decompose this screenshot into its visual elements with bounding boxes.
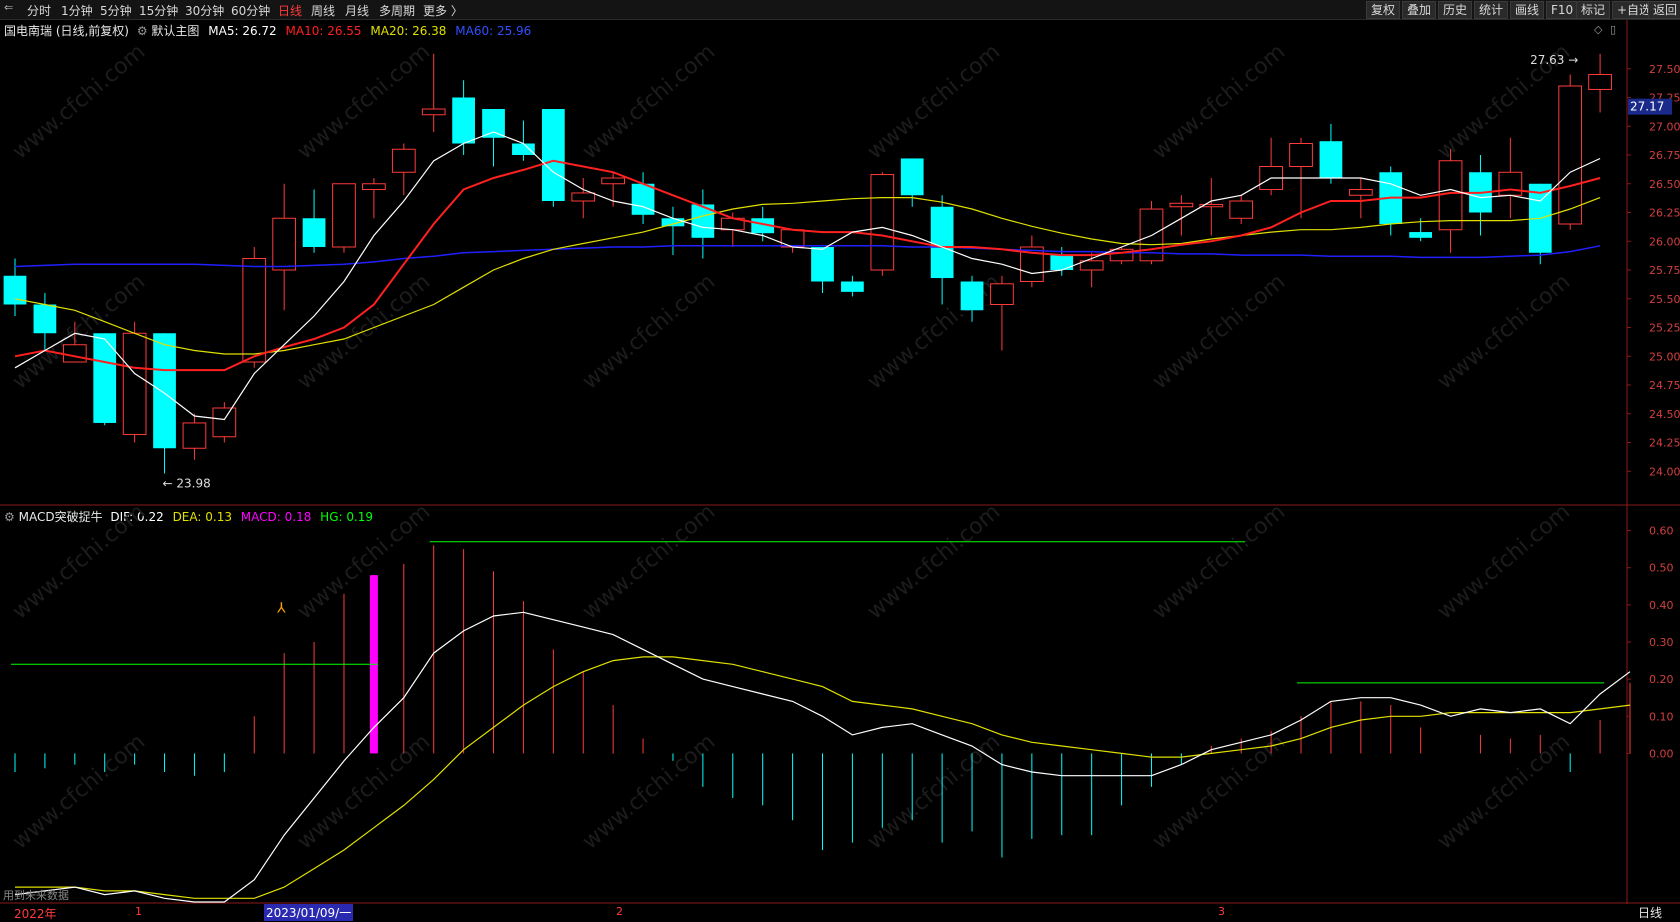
watermark-text: www.cfchi.com bbox=[578, 269, 720, 394]
candle-body-down bbox=[33, 304, 57, 334]
macd-tick-label: 0.10 bbox=[1649, 710, 1674, 723]
month-label: 1 bbox=[135, 905, 142, 918]
date-axis-bar: 2022年 1 2023/01/09/一 2 3 日线 bbox=[0, 904, 1680, 921]
candle-body-up bbox=[182, 422, 207, 449]
month-label: 3 bbox=[1218, 905, 1225, 918]
price-tick-label: 25.75 bbox=[1649, 264, 1680, 277]
candle-body-down bbox=[1050, 255, 1074, 270]
macd-tick-label: 0.40 bbox=[1649, 599, 1674, 612]
low-price-label: ← 23.98 bbox=[163, 477, 211, 491]
candle-body-up bbox=[272, 217, 297, 271]
watermark-text: www.cfchi.com bbox=[863, 269, 1005, 394]
buy-signal-icon: ⅄ bbox=[276, 600, 286, 616]
candle-body-down bbox=[900, 158, 924, 196]
candle-body-down bbox=[930, 206, 954, 279]
kline-chart[interactable]: www.cfchi.com www.cfchi.com www.cfchi.com w… bbox=[0, 0, 1680, 921]
candle-body-up bbox=[1588, 74, 1612, 90]
watermark-text: www.cfchi.com bbox=[1148, 39, 1290, 164]
high-price-label: 27.63 → bbox=[1530, 53, 1578, 67]
watermark-text: www.cfchi.com bbox=[8, 499, 150, 624]
candle-body-down bbox=[452, 97, 475, 144]
watermark-text: www.cfchi.com bbox=[863, 39, 1005, 164]
candle-body-down bbox=[811, 247, 834, 282]
candle-body-up bbox=[332, 183, 356, 248]
candle-body-up bbox=[1169, 202, 1194, 208]
watermark-text: www.cfchi.com bbox=[293, 269, 435, 394]
macd-pane: ⅄ bbox=[11, 541, 1631, 903]
candle-body-up bbox=[601, 177, 626, 185]
candle-body-up bbox=[870, 174, 895, 271]
candle-body-up bbox=[1229, 200, 1254, 219]
candle-body-up bbox=[242, 258, 267, 363]
candle-body-down bbox=[541, 109, 565, 201]
watermark-text: www.cfchi.com bbox=[293, 39, 435, 164]
candle-body-up bbox=[122, 332, 147, 435]
price-tick-label: 26.25 bbox=[1649, 207, 1680, 220]
period-label: 日线 bbox=[1638, 906, 1663, 920]
price-tick-label: 26.50 bbox=[1649, 178, 1680, 191]
candle-body-down bbox=[482, 109, 505, 138]
candle-body-up bbox=[62, 344, 87, 363]
candle-body-up bbox=[212, 407, 237, 438]
price-tick-label: 27.00 bbox=[1649, 120, 1680, 133]
watermark-text: www.cfchi.com bbox=[578, 729, 720, 854]
candle-body-down bbox=[841, 281, 864, 292]
watermark-text: www.cfchi.com bbox=[1148, 269, 1290, 394]
candle-body-down bbox=[153, 333, 176, 449]
price-tick-label: 25.50 bbox=[1649, 293, 1680, 306]
watermark-text: www.cfchi.com bbox=[1433, 499, 1575, 624]
candle-body-up bbox=[421, 108, 446, 116]
candle-body-up bbox=[571, 192, 596, 202]
candle-body-down bbox=[302, 218, 326, 247]
watermark-text: www.cfchi.com bbox=[1148, 499, 1290, 624]
candle-body-down bbox=[1409, 232, 1433, 238]
axis-layer: 27.5027.2527.0026.7526.5026.2526.0025.75… bbox=[1627, 63, 1680, 760]
watermark-text: www.cfchi.com bbox=[1433, 269, 1575, 394]
candle-body-up bbox=[1289, 143, 1313, 167]
watermark-text: www.cfchi.com bbox=[8, 729, 150, 854]
watermark-text: www.cfchi.com bbox=[578, 39, 720, 164]
price-tick-label: 25.00 bbox=[1649, 350, 1680, 363]
candle-body-up bbox=[1558, 85, 1583, 225]
candle-body-up bbox=[990, 283, 1014, 305]
candle-body-down bbox=[960, 281, 984, 311]
month-label: 2 bbox=[616, 905, 623, 918]
year-label: 2022年 bbox=[14, 907, 57, 921]
cursor-date-label: 2023/01/09/一 bbox=[264, 904, 354, 921]
price-tick-label: 25.25 bbox=[1649, 322, 1680, 335]
macd-tick-label: 0.20 bbox=[1649, 673, 1674, 686]
candle-body-up bbox=[1348, 189, 1373, 196]
chart-frame bbox=[0, 20, 1680, 904]
candle-body-up bbox=[391, 148, 416, 173]
candle-body-down bbox=[1319, 141, 1343, 178]
macd-tick-label: 0.50 bbox=[1649, 562, 1674, 575]
macd-tick-label: 0.30 bbox=[1649, 636, 1674, 649]
watermark-text: www.cfchi.com bbox=[863, 729, 1005, 854]
price-tick-label: 24.00 bbox=[1649, 465, 1680, 478]
watermark-text: www.cfchi.com bbox=[8, 39, 150, 164]
candle-body-down bbox=[512, 143, 535, 155]
price-pane: 27.63 → ← 23.98 bbox=[3, 53, 1612, 491]
price-tick-label: 26.00 bbox=[1649, 235, 1680, 248]
candle-body-up bbox=[1498, 171, 1523, 196]
watermark-text: www.cfchi.com bbox=[863, 499, 1005, 624]
macd-tick-label: 0.60 bbox=[1649, 525, 1674, 538]
current-price-label: 27.17 bbox=[1630, 100, 1664, 114]
candle-body-up bbox=[362, 183, 386, 190]
watermark-text: www.cfchi.com bbox=[293, 499, 435, 624]
price-tick-label: 26.75 bbox=[1649, 149, 1680, 162]
watermark-text: www.cfchi.com bbox=[1433, 729, 1575, 854]
watermark-text: www.cfchi.com bbox=[578, 499, 720, 624]
price-tick-label: 24.25 bbox=[1649, 437, 1680, 450]
price-tick-label: 24.50 bbox=[1649, 408, 1680, 421]
price-tick-label: 27.50 bbox=[1649, 63, 1680, 76]
candle-body-up bbox=[1438, 160, 1463, 231]
candle-body-down bbox=[93, 333, 117, 423]
future-data-note: 用到未来数据 bbox=[3, 889, 69, 902]
macd-tick-label: 0.00 bbox=[1649, 747, 1674, 760]
price-tick-label: 24.75 bbox=[1649, 379, 1680, 392]
